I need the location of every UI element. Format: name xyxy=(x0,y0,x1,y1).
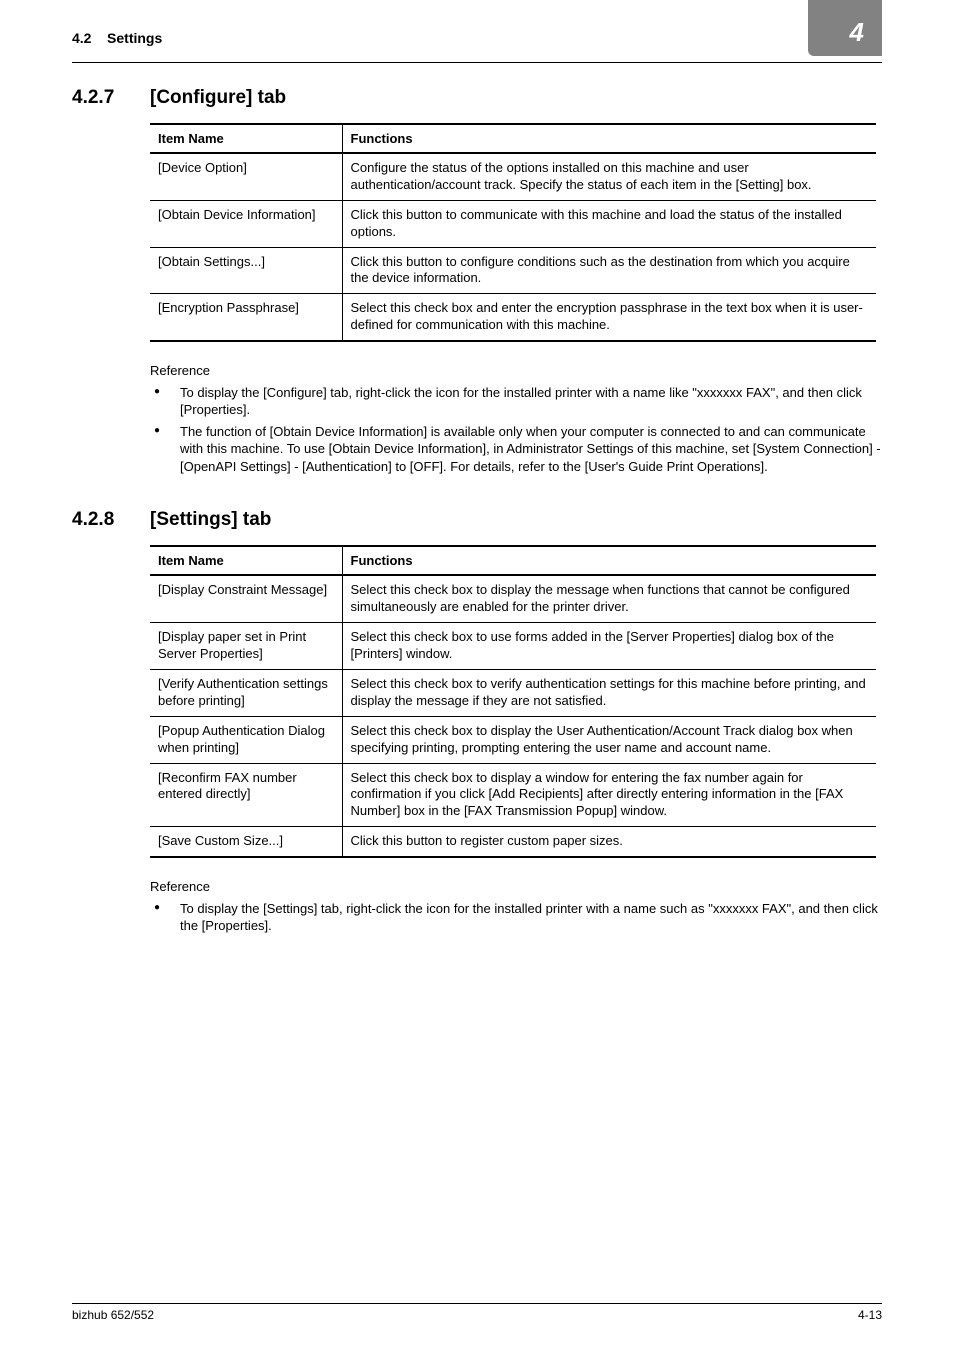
section-number: 4.2.8 xyxy=(72,509,150,531)
table-row: [Obtain Settings...] Click this button t… xyxy=(150,247,876,294)
cell-function: Click this button to communicate with th… xyxy=(342,200,876,247)
cell-item-name: [Reconfirm FAX number entered directly] xyxy=(150,763,342,827)
section-heading-settings: 4.2.8 [Settings] tab xyxy=(0,479,954,531)
table-header-item-name: Item Name xyxy=(150,546,342,575)
section-heading-configure: 4.2.7 [Configure] tab xyxy=(0,63,954,109)
cell-function: Click this button to configure condition… xyxy=(342,247,876,294)
footer-page-number: 4-13 xyxy=(858,1308,882,1322)
table-header-item-name: Item Name xyxy=(150,124,342,153)
page-footer: bizhub 652/552 4-13 xyxy=(72,1303,882,1322)
cell-item-name: [Encryption Passphrase] xyxy=(150,294,342,341)
table-row: [Device Option] Configure the status of … xyxy=(150,153,876,200)
table-row: [Verify Authentication settings before p… xyxy=(150,669,876,716)
cell-item-name: [Verify Authentication settings before p… xyxy=(150,669,342,716)
chapter-badge: 4 xyxy=(808,0,882,56)
configure-table: Item Name Functions [Device Option] Conf… xyxy=(150,123,876,342)
settings-table: Item Name Functions [Display Constraint … xyxy=(150,545,876,858)
reference-item: The function of [Obtain Device Informati… xyxy=(150,423,882,476)
section-title: [Configure] tab xyxy=(150,87,286,109)
reference-label: Reference xyxy=(150,362,882,380)
table-row: [Display Constraint Message] Select this… xyxy=(150,575,876,622)
table-row: [Obtain Device Information] Click this b… xyxy=(150,200,876,247)
reference-label: Reference xyxy=(150,878,882,896)
page-header: 4.2 Settings 4 xyxy=(0,0,954,56)
table-row: [Reconfirm FAX number entered directly] … xyxy=(150,763,876,827)
cell-item-name: [Display Constraint Message] xyxy=(150,575,342,622)
section-title: [Settings] tab xyxy=(150,509,271,531)
cell-function: Select this check box to display the Use… xyxy=(342,716,876,763)
cell-function: Select this check box to verify authenti… xyxy=(342,669,876,716)
table-row: [Display paper set in Print Server Prope… xyxy=(150,623,876,670)
cell-item-name: [Device Option] xyxy=(150,153,342,200)
cell-item-name: [Popup Authentication Dialog when printi… xyxy=(150,716,342,763)
cell-function: Select this check box to use forms added… xyxy=(342,623,876,670)
table-header-functions: Functions xyxy=(342,124,876,153)
cell-function: Select this check box and enter the encr… xyxy=(342,294,876,341)
section-number: 4.2.7 xyxy=(72,87,150,109)
table-header-functions: Functions xyxy=(342,546,876,575)
cell-item-name: [Save Custom Size...] xyxy=(150,827,342,857)
reference-list: To display the [Configure] tab, right-cl… xyxy=(150,384,882,476)
reference-item: To display the [Configure] tab, right-cl… xyxy=(150,384,882,419)
chapter-number: 4 xyxy=(850,17,864,48)
reference-list: To display the [Settings] tab, right-cli… xyxy=(150,900,882,935)
cell-function: Configure the status of the options inst… xyxy=(342,153,876,200)
reference-item: To display the [Settings] tab, right-cli… xyxy=(150,900,882,935)
reference-block-settings: Reference To display the [Settings] tab,… xyxy=(0,858,954,935)
header-section-num: 4.2 xyxy=(72,30,91,46)
table-row: [Save Custom Size...] Click this button … xyxy=(150,827,876,857)
cell-function: Select this check box to display the mes… xyxy=(342,575,876,622)
cell-function: Click this button to register custom pap… xyxy=(342,827,876,857)
cell-item-name: [Obtain Settings...] xyxy=(150,247,342,294)
cell-item-name: [Obtain Device Information] xyxy=(150,200,342,247)
cell-function: Select this check box to display a windo… xyxy=(342,763,876,827)
cell-item-name: [Display paper set in Print Server Prope… xyxy=(150,623,342,670)
table-row: [Popup Authentication Dialog when printi… xyxy=(150,716,876,763)
footer-model: bizhub 652/552 xyxy=(72,1308,154,1322)
header-section-label: Settings xyxy=(107,30,162,46)
reference-block-configure: Reference To display the [Configure] tab… xyxy=(0,342,954,475)
table-row: [Encryption Passphrase] Select this chec… xyxy=(150,294,876,341)
header-section-ref: 4.2 Settings xyxy=(72,30,162,46)
